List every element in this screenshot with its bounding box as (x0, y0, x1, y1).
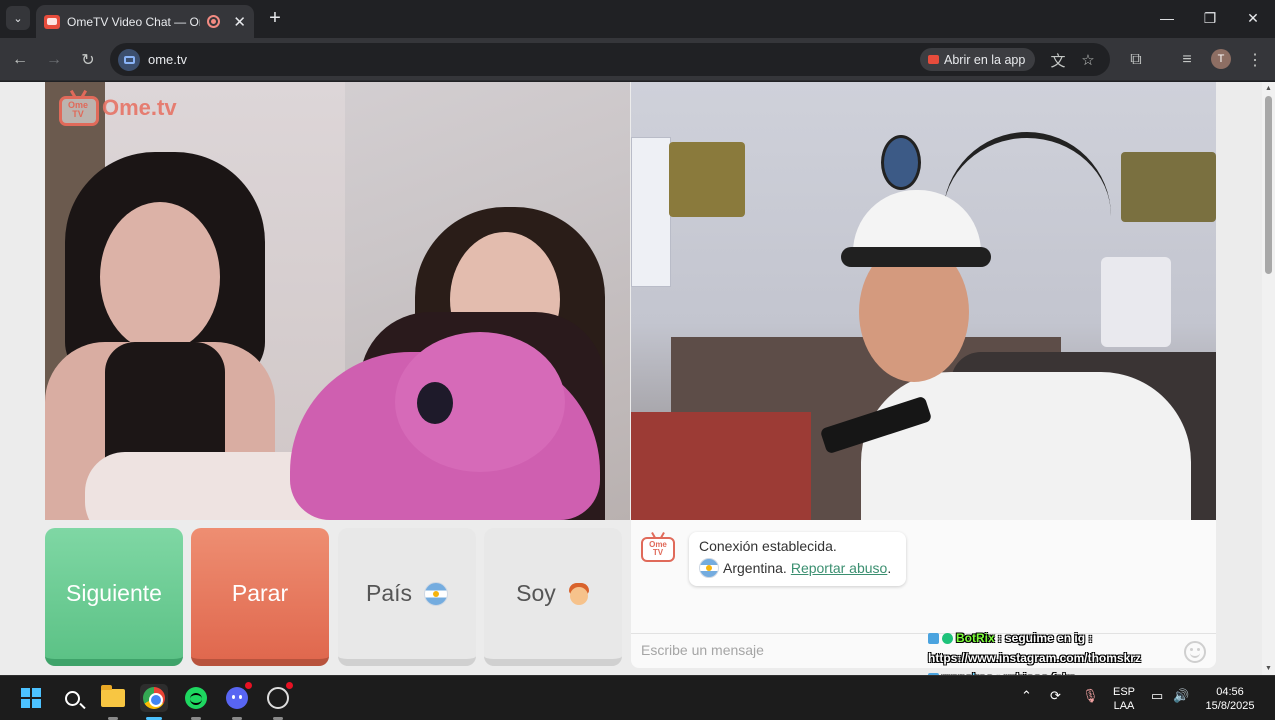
browser-toolbar: ← → ↻ ome.tv Abrir en la app 文 ☆ ⧉ ≡ T ⋮ (0, 38, 1275, 81)
scroll-thumb[interactable] (1265, 96, 1272, 274)
wall-bag (1121, 152, 1216, 222)
microphone-icon[interactable]: 🎙 (1082, 688, 1099, 704)
address-bar[interactable]: ome.tv Abrir en la app 文 ☆ (110, 43, 1110, 76)
moderator-badge-icon (928, 632, 939, 644)
site-info-icon[interactable] (118, 49, 140, 71)
spotify-icon[interactable] (182, 684, 210, 720)
person-tshirt (861, 372, 1191, 520)
ometv-favicon-icon (44, 14, 60, 29)
profile-avatar[interactable]: T (1211, 49, 1231, 69)
open-in-app-label: Abrir en la app (944, 52, 1026, 67)
close-tab-icon[interactable]: ✕ (233, 13, 246, 31)
notification-badge (244, 681, 253, 690)
sync-icon[interactable]: ⟳ (1050, 688, 1061, 704)
bed-blanket (631, 412, 811, 520)
stranger-video: Ome TV Ome.tv (45, 82, 630, 520)
page-scrollbar[interactable]: ▲ ▼ (1262, 82, 1275, 675)
wall-plate (881, 135, 921, 190)
clock[interactable]: 04:56 15/8/2025 (1198, 685, 1262, 713)
person-face (100, 202, 220, 352)
open-in-app-button[interactable]: Abrir en la app (920, 48, 1036, 71)
next-button[interactable]: Siguiente (45, 528, 183, 666)
scroll-up-icon[interactable]: ▲ (1265, 85, 1272, 92)
tv-icon: Ome TV (59, 89, 99, 126)
country-label: País (365, 580, 413, 606)
argentina-flag-icon (699, 558, 719, 578)
boy-emoji-icon (568, 582, 590, 606)
browser-tab-strip: ⌄ OmeTV Video Chat — Omegle alternative … (0, 0, 1275, 38)
translate-icon[interactable]: 文 (1048, 50, 1068, 70)
keyboard-layout: LAA (1113, 700, 1135, 712)
chrome-icon[interactable] (140, 684, 168, 720)
stop-label: Parar (231, 580, 289, 606)
back-icon[interactable]: ← (8, 48, 32, 72)
notification-badge (285, 681, 294, 690)
tab-title: OmeTV Video Chat — Omegle alternative (67, 14, 200, 29)
country-button[interactable]: País (338, 528, 476, 666)
next-label: Siguiente (66, 580, 162, 606)
overlay-username: BotRix (956, 631, 995, 645)
chat-logo-text: Ome TV (649, 540, 667, 557)
bookmark-star-icon[interactable]: ☆ (1078, 50, 1098, 70)
menu-icon[interactable]: ⋮ (1243, 48, 1267, 72)
report-suffix: . (887, 560, 892, 576)
input-language[interactable]: ESP LAA (1110, 685, 1138, 713)
recording-icon (207, 15, 221, 28)
stranger-country: Argentina. (723, 560, 787, 576)
chevron-up-icon[interactable]: ⌃ (1021, 688, 1032, 704)
overlay-message: BotRix : seguime en ig : (928, 628, 1188, 648)
system-message-bubble: Conexión establecida. Argentina. Reporta… (689, 532, 906, 586)
headphones (841, 247, 991, 267)
message-input[interactable] (641, 642, 921, 658)
logo-text: Ome.tv (102, 95, 177, 120)
logo-tv-text: Ome TV (67, 100, 88, 119)
discord-icon[interactable] (223, 681, 253, 720)
network-icon[interactable]: ▭ (1151, 688, 1163, 704)
search-icon[interactable] (58, 684, 86, 712)
connection-status: Conexión establecida. (699, 538, 837, 554)
clock-date: 15/8/2025 (1205, 700, 1255, 712)
windows-taskbar: ⌃ ⟳ 🎙 ESP LAA ▭ 🔊 04:56 15/8/2025 (0, 675, 1275, 720)
tab-list-icon[interactable]: ⌄ (6, 6, 30, 30)
gender-label: Soy (516, 580, 556, 606)
page-viewport: Ome TV Ome.tv Siguiente Parar País Soy O… (0, 82, 1262, 675)
extensions-icon[interactable]: ⧉ (1124, 48, 1148, 72)
reload-icon[interactable]: ↻ (76, 48, 100, 72)
self-video (631, 82, 1216, 520)
new-tab-button[interactable]: + (264, 7, 286, 29)
app-icon (928, 55, 939, 64)
wall-bag (1101, 257, 1171, 347)
plush-eye (417, 382, 453, 424)
overlay-message: https://www.instagram.com/thomskrz (928, 648, 1188, 668)
gender-button[interactable]: Soy (484, 528, 622, 666)
forward-icon[interactable]: → (42, 48, 66, 72)
wall-paper-sheet (631, 137, 671, 287)
volume-icon[interactable]: 🔊 (1173, 688, 1189, 704)
obs-icon[interactable] (264, 681, 294, 720)
url-text[interactable]: ome.tv (148, 52, 187, 67)
maximize-icon[interactable]: ❐ (1198, 6, 1222, 30)
minimize-icon[interactable]: — (1155, 6, 1179, 30)
verified-badge-icon (942, 632, 953, 644)
media-icon[interactable]: ≡ (1175, 48, 1199, 72)
wall-bag (669, 142, 745, 217)
argentina-flag-icon (424, 581, 449, 606)
ometv-logo: Ome TV Ome.tv (59, 89, 177, 126)
scroll-down-icon[interactable]: ▼ (1265, 665, 1272, 672)
file-explorer-icon[interactable] (99, 684, 127, 720)
browser-tab[interactable]: OmeTV Video Chat — Omegle alternative ✕ (36, 5, 254, 38)
clock-time: 04:56 (1216, 686, 1244, 698)
language-code: ESP (1112, 686, 1135, 698)
stop-button[interactable]: Parar (191, 528, 329, 666)
overlay-text: : seguime en ig : (997, 631, 1093, 645)
bottle-rack (943, 132, 1111, 217)
windows-start-icon[interactable] (17, 684, 45, 712)
window-close-icon[interactable]: ✕ (1241, 6, 1265, 30)
overlay-text: https://www.instagram.com/thomskrz (928, 651, 1141, 665)
report-abuse-link[interactable]: Reportar abuso (791, 560, 888, 576)
ometv-chat-logo-icon: Ome TV (641, 532, 675, 562)
